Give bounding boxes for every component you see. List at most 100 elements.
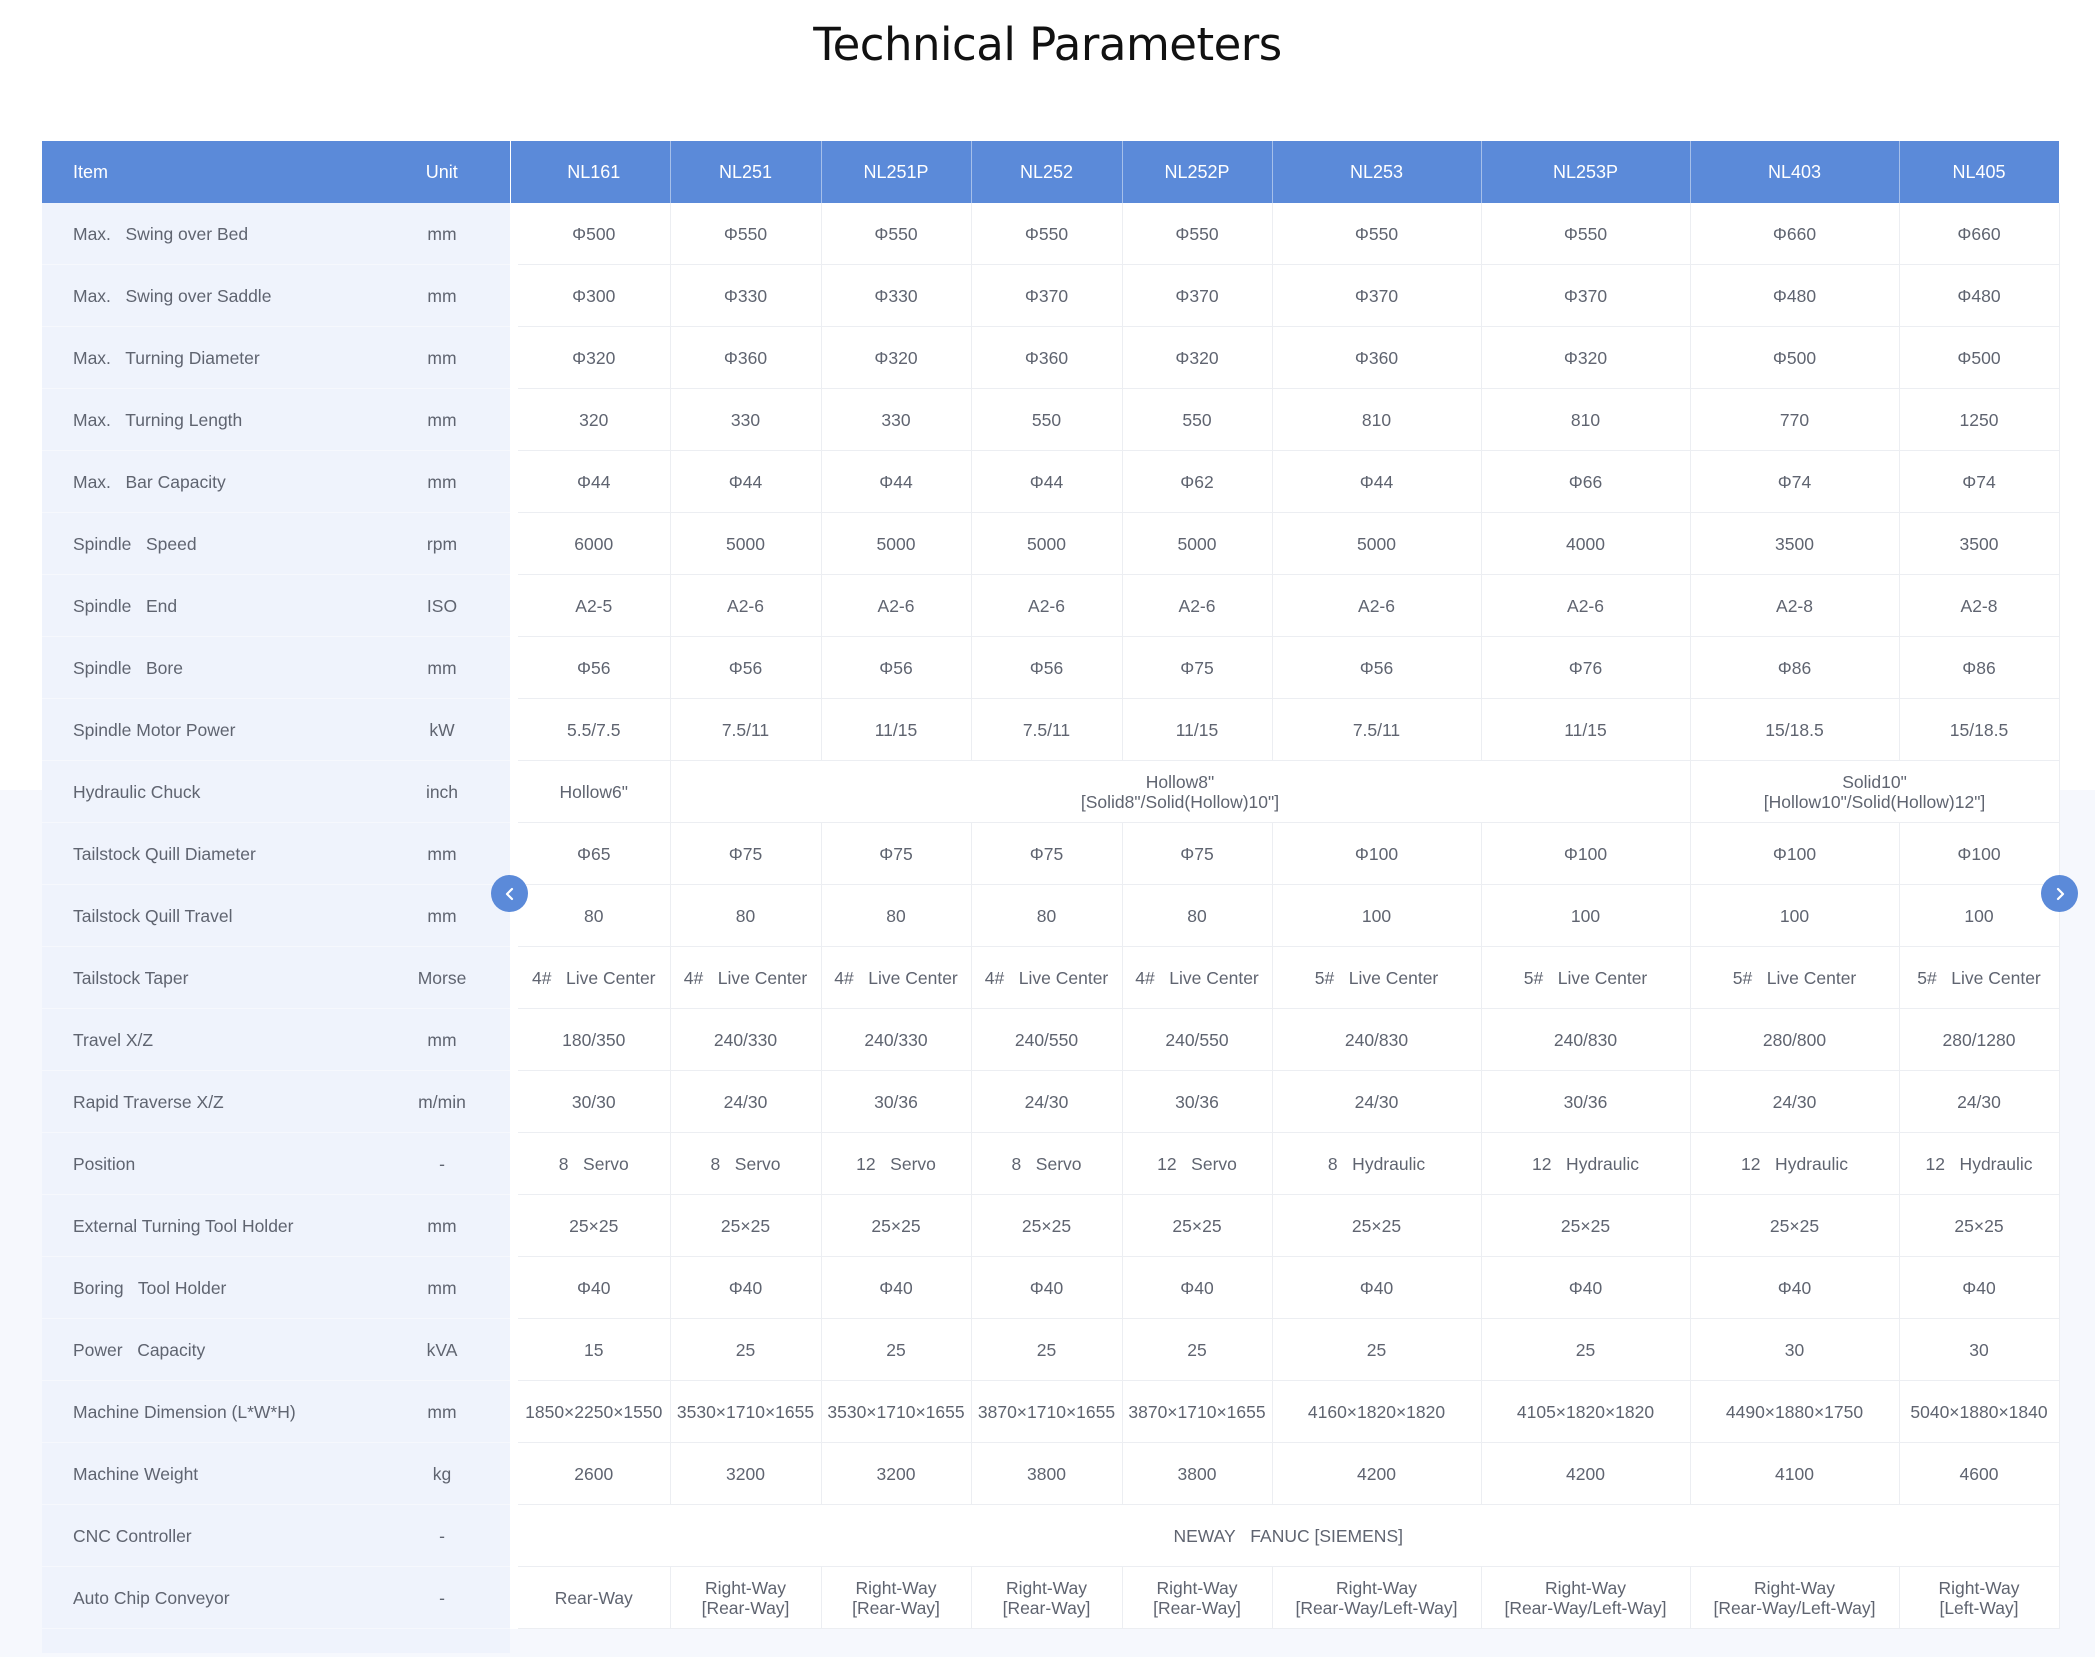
table-cell: Φ300	[518, 264, 671, 327]
table-cell: 280/800	[1690, 1008, 1900, 1071]
column-header-model: NL253P	[1481, 141, 1691, 203]
table-cell: Φ500	[1690, 326, 1900, 389]
table-cell: 24/30	[1899, 1070, 2060, 1133]
row-label: Travel X/Z	[42, 1008, 374, 1071]
table-cell: Right-Way [Rear-Way/Left-Way]	[1272, 1566, 1482, 1629]
table-cell: Φ360	[971, 326, 1123, 389]
table-cell: 7.5/11	[971, 698, 1123, 761]
table-cell: 280/1280	[1899, 1008, 2060, 1071]
table-cell: 80	[670, 884, 822, 947]
row-unit: -	[374, 1132, 510, 1195]
table-footer-strip	[42, 1628, 2059, 1654]
table-row: Power Capacity kVA 15 25 25 25 25 25 25 30 30	[42, 1318, 2060, 1381]
column-gap	[510, 450, 518, 513]
table-cell: 5000	[1272, 512, 1482, 575]
table-cell: Φ480	[1690, 264, 1900, 327]
table-cell: Φ40	[1122, 1256, 1273, 1319]
column-gap	[510, 1380, 518, 1443]
row-unit: mm	[374, 1194, 510, 1257]
table-cell: 30/30	[518, 1070, 671, 1133]
table-row: Tailstock Taper Morse 4# Live Center 4# Liv…	[42, 946, 2060, 1009]
table-cell: 25×25	[1272, 1194, 1482, 1257]
table-cell: Φ65	[518, 822, 671, 885]
column-header-model: NL251	[670, 141, 822, 203]
table-cell: 3530×1710×1655	[821, 1380, 972, 1443]
table-row: CNC Controller - NEWAY FANUC [SIEMENS]	[42, 1504, 2060, 1567]
next-columns-button[interactable]	[2041, 875, 2078, 912]
table-cell: Right-Way [Rear-Way/Left-Way]	[1481, 1566, 1691, 1629]
table-row: Position -8 Servo 8 Servo 12 Servo 8 Servo 12…	[42, 1132, 2060, 1195]
table-cell: Φ40	[1690, 1256, 1900, 1319]
table-cell: A2-6	[670, 574, 822, 637]
table-cell: Φ75	[670, 822, 822, 885]
table-cell: 3800	[971, 1442, 1123, 1505]
table-cell: 5000	[1122, 512, 1273, 575]
table-row: Hydraulic Chuck inch Hollow6" Hollow8" [Soli…	[42, 760, 2060, 823]
table-cell: Φ56	[821, 636, 972, 699]
table-cell: 11/15	[1122, 698, 1273, 761]
table-row: Tailstock Quill Travel mm 80 80 80 80 80 100 100…	[42, 884, 2060, 947]
previous-columns-button[interactable]	[491, 875, 528, 912]
table-cell: 5# Live Center	[1899, 946, 2060, 1009]
table-cell: A2-5	[518, 574, 671, 637]
row-unit: kVA	[374, 1318, 510, 1381]
table-cell: Φ62	[1122, 450, 1273, 513]
table-cell: 240/550	[971, 1008, 1123, 1071]
table-cell: 240/330	[821, 1008, 972, 1071]
table-cell: 5# Live Center	[1690, 946, 1900, 1009]
column-header-item: Item	[42, 141, 374, 203]
table-cell: 3870×1710×1655	[1122, 1380, 1273, 1443]
row-unit: mm	[374, 264, 510, 327]
table-row: Travel X/Z mm 180/350 240/330 240/330 240/550…	[42, 1008, 2060, 1071]
row-unit: Morse	[374, 946, 510, 1009]
table-row: External Turning Tool Holder mm 25×25 25×25…	[42, 1194, 2060, 1257]
table-cell: 25×25	[821, 1194, 972, 1257]
table-cell: Φ370	[971, 264, 1123, 327]
page-title: Technical Parameters	[813, 18, 1282, 71]
row-label: Spindle Bore	[42, 636, 374, 699]
table-cell: 80	[1122, 884, 1273, 947]
table-cell: Φ40	[1272, 1256, 1482, 1319]
row-unit: m/min	[374, 1070, 510, 1133]
footer-cell	[518, 1629, 2059, 1654]
table-cell: 3200	[821, 1442, 972, 1505]
row-label: Tailstock Quill Diameter	[42, 822, 374, 885]
row-label: Machine Weight	[42, 1442, 374, 1505]
table-cell: 25×25	[971, 1194, 1123, 1257]
table-cell: A2-8	[1899, 574, 2060, 637]
table-cell: Φ66	[1481, 450, 1691, 513]
table-cell: A2-6	[1481, 574, 1691, 637]
table-cell: Φ370	[1481, 264, 1691, 327]
table-cell: 24/30	[1272, 1070, 1482, 1133]
table-cell: Hollow6"	[518, 760, 671, 823]
table-row: Max. Turning Length mm 320 330 330 550 550 810 8…	[42, 388, 2060, 451]
column-gap	[510, 1318, 518, 1381]
table-row: Auto Chip Conveyor - Rear-Way Right-Way [Rea…	[42, 1566, 2060, 1629]
table-cell: 5000	[670, 512, 822, 575]
table-cell: 4105×1820×1820	[1481, 1380, 1691, 1443]
table-cell: Φ550	[1481, 203, 1691, 265]
column-gap	[510, 1070, 518, 1133]
table-cell: 5000	[971, 512, 1123, 575]
table-cell: 25	[1122, 1318, 1273, 1381]
table-cell: Φ44	[1272, 450, 1482, 513]
table-cell: 4160×1820×1820	[1272, 1380, 1482, 1443]
table-row: Spindle End ISO A2-5 A2-6 A2-6 A2-6 A2-6 A2-6 A2…	[42, 574, 2060, 637]
table-cell: 8 Servo	[971, 1132, 1123, 1195]
table-cell: Right-Way [Rear-Way]	[821, 1566, 972, 1629]
table-cell: 240/330	[670, 1008, 822, 1071]
table-cell: 5# Live Center	[1481, 946, 1691, 1009]
table-cell: Φ40	[971, 1256, 1123, 1319]
chevron-right-icon	[2056, 887, 2064, 900]
row-label: Hydraulic Chuck	[42, 760, 374, 823]
column-gap	[510, 203, 518, 265]
table-cell: Φ100	[1899, 822, 2060, 885]
table-cell: 24/30	[971, 1070, 1123, 1133]
table-cell: 100	[1899, 884, 2060, 947]
table-row: Spindle Motor Power kW 5.5/7.5 7.5/11 11/15 7…	[42, 698, 2060, 761]
column-gap	[510, 760, 518, 823]
table-cell: 4000	[1481, 512, 1691, 575]
table-row: Spindle Speed rpm 6000 5000 5000 5000 5000 5000…	[42, 512, 2060, 575]
table-cell: NEWAY FANUC [SIEMENS]	[518, 1504, 2060, 1567]
column-gap	[510, 1566, 518, 1629]
